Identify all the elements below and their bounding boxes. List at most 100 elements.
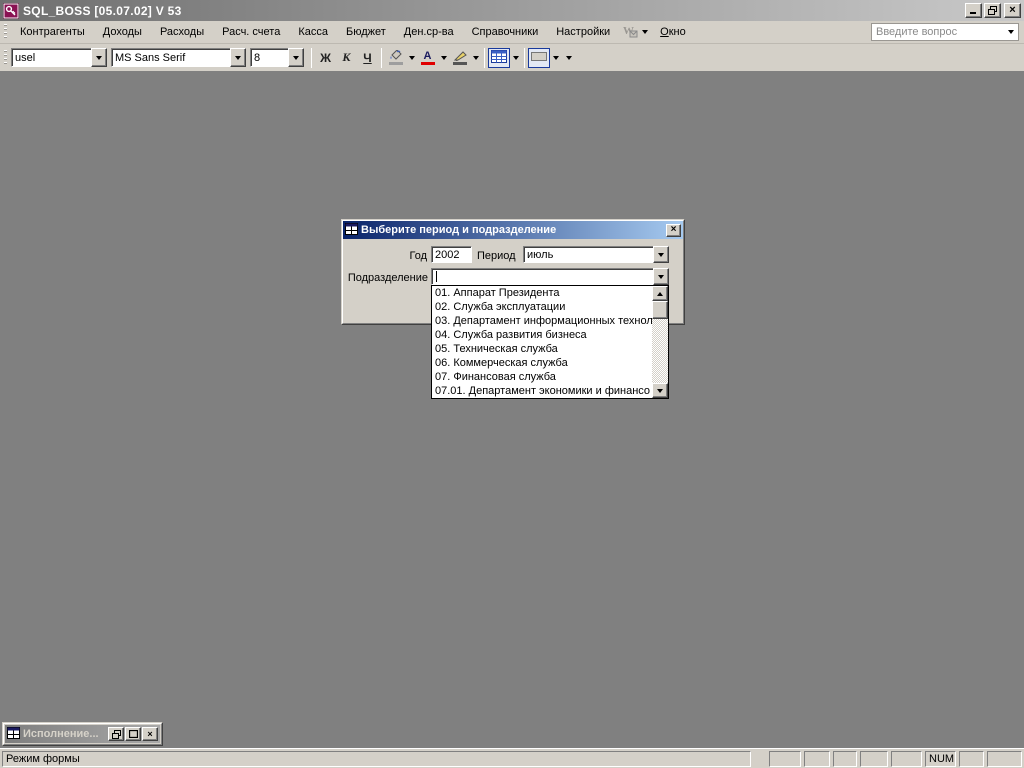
- minimize-button[interactable]: [965, 3, 982, 18]
- font-name-dropdown-button[interactable]: [230, 48, 246, 67]
- line-color-dropdown-button[interactable]: [470, 48, 481, 68]
- chevron-down-icon: [642, 30, 648, 34]
- object-select-dropdown-button[interactable]: [91, 48, 107, 67]
- underline-button[interactable]: Ч: [357, 48, 378, 68]
- status-mode: Режим формы: [2, 751, 751, 767]
- italic-button[interactable]: К: [336, 48, 357, 68]
- text-cursor: [436, 271, 437, 282]
- menu-byudzhet[interactable]: Бюджет: [337, 23, 395, 41]
- ask-question-placeholder: Введите вопрос: [872, 26, 1003, 38]
- scroll-up-button[interactable]: [652, 286, 668, 301]
- word-mail-menu-button[interactable]: W: [619, 22, 651, 43]
- font-name-combo[interactable]: MS Sans Serif: [111, 48, 246, 67]
- menu-kassa[interactable]: Касса: [289, 23, 337, 41]
- toolbar-separator: [484, 48, 485, 68]
- mini-restore-button[interactable]: [108, 727, 124, 741]
- period-value: июль: [523, 246, 653, 263]
- chevron-down-icon: [658, 275, 664, 279]
- paint-bucket-icon: [389, 50, 403, 65]
- department-dropdown-button[interactable]: [653, 268, 669, 285]
- fill-color-button[interactable]: [385, 48, 406, 68]
- form-icon: [345, 223, 358, 238]
- app-key-icon: [3, 3, 19, 19]
- special-effect-flat-icon: [531, 52, 547, 64]
- fill-color-dropdown-button[interactable]: [406, 48, 417, 68]
- status-bar: Режим формы NUM: [0, 748, 1024, 768]
- gridlines-icon: [491, 50, 507, 66]
- menubar-grip-handle[interactable]: [4, 24, 7, 40]
- menu-okno-rest: кно: [669, 26, 686, 38]
- font-color-dropdown-button[interactable]: [438, 48, 449, 68]
- status-panel: [959, 751, 984, 767]
- minimized-window-title-bar[interactable]: Исполнение... ×: [5, 725, 160, 743]
- period-combo[interactable]: июль: [523, 246, 669, 263]
- toolbar-grip-handle[interactable]: [4, 50, 7, 66]
- font-size-combo[interactable]: 8: [250, 48, 304, 67]
- bold-button[interactable]: Ж: [315, 48, 336, 68]
- menu-dokhody[interactable]: Доходы: [94, 23, 151, 41]
- list-item[interactable]: 04. Служба развития бизнеса: [432, 328, 652, 342]
- list-item[interactable]: 01. Аппарат Президента: [432, 286, 652, 300]
- department-combo[interactable]: [431, 268, 669, 285]
- chevron-down-icon: [473, 56, 479, 60]
- toolbar-separator: [311, 48, 312, 68]
- special-effect-button[interactable]: [528, 48, 550, 68]
- chevron-down-icon: [553, 56, 559, 60]
- scrollbar-track[interactable]: [652, 319, 668, 383]
- list-scrollbar[interactable]: [652, 286, 668, 398]
- font-size-dropdown-button[interactable]: [288, 48, 304, 67]
- dialog-title-bar: Выберите период и подразделение ×: [343, 221, 683, 239]
- menu-kontragenty[interactable]: Контрагенты: [11, 23, 94, 41]
- chevron-down-icon: [409, 56, 415, 60]
- ask-question-dropdown-button[interactable]: [1003, 24, 1018, 40]
- department-list-items: 01. Аппарат Президента 02. Служба эксплу…: [432, 286, 652, 398]
- font-name-value: MS Sans Serif: [111, 48, 230, 67]
- department-label: Подразделение: [343, 272, 428, 284]
- line-color-button[interactable]: [449, 48, 470, 68]
- list-item[interactable]: 06. Коммерческая служба: [432, 356, 652, 370]
- period-dropdown-button[interactable]: [653, 246, 669, 263]
- mini-close-button[interactable]: ×: [142, 727, 158, 741]
- list-item[interactable]: 02. Служба эксплуатации: [432, 300, 652, 314]
- list-item[interactable]: 07.01. Департамент экономики и финансо: [432, 384, 652, 398]
- minimized-window-ispolnenie[interactable]: Исполнение... ×: [2, 722, 163, 746]
- toolbar-separator: [381, 48, 382, 68]
- status-panel: [833, 751, 857, 767]
- font-size-value: 8: [250, 48, 288, 67]
- word-mail-icon: W: [622, 24, 638, 41]
- fill-color-bar: [389, 62, 403, 65]
- status-panel: [891, 751, 922, 767]
- chevron-down-icon: [1008, 30, 1014, 34]
- close-button[interactable]: ×: [1004, 3, 1021, 18]
- list-item[interactable]: 03. Департамент информационных технол: [432, 314, 652, 328]
- menu-spravochniki[interactable]: Справочники: [463, 23, 548, 41]
- formatting-toolbar: usel MS Sans Serif 8 Ж К Ч: [0, 44, 1024, 72]
- dialog-close-button[interactable]: ×: [666, 224, 681, 237]
- object-select-combo[interactable]: usel: [11, 48, 107, 67]
- menu-raskhody[interactable]: Расходы: [151, 23, 213, 41]
- special-effect-dropdown-button[interactable]: [550, 48, 561, 68]
- mdi-workspace: [0, 72, 1024, 748]
- menu-nastroyki[interactable]: Настройки: [547, 23, 619, 41]
- year-value: 2002: [435, 249, 459, 261]
- list-item[interactable]: 07. Финансовая служба: [432, 370, 652, 384]
- menu-okno[interactable]: Окно: [651, 23, 695, 41]
- scroll-down-button[interactable]: [652, 383, 668, 398]
- list-item[interactable]: 05. Техническая служба: [432, 342, 652, 356]
- gridlines-dropdown-button[interactable]: [510, 48, 521, 68]
- dialog-title: Выберите период и подразделение: [361, 224, 666, 236]
- gridlines-button[interactable]: [488, 48, 510, 68]
- chevron-down-icon: [441, 56, 447, 60]
- year-input[interactable]: 2002: [431, 246, 472, 263]
- mini-maximize-button[interactable]: [125, 727, 141, 741]
- application-window: SQL_BOSS [05.07.02] V 53 × Контрагенты Д…: [0, 0, 1024, 768]
- scrollbar-thumb[interactable]: [652, 301, 668, 319]
- menu-rasch-scheta[interactable]: Расч. счета: [213, 23, 289, 41]
- restore-button[interactable]: [984, 3, 1001, 18]
- ask-question-combo[interactable]: Введите вопрос: [871, 23, 1019, 41]
- toolbar-options-button[interactable]: [563, 48, 574, 68]
- line-color-icon: [453, 51, 467, 65]
- form-icon: [7, 727, 20, 742]
- font-color-button[interactable]: A: [417, 48, 438, 68]
- menu-den-sredstva[interactable]: Ден.ср-ва: [395, 23, 463, 41]
